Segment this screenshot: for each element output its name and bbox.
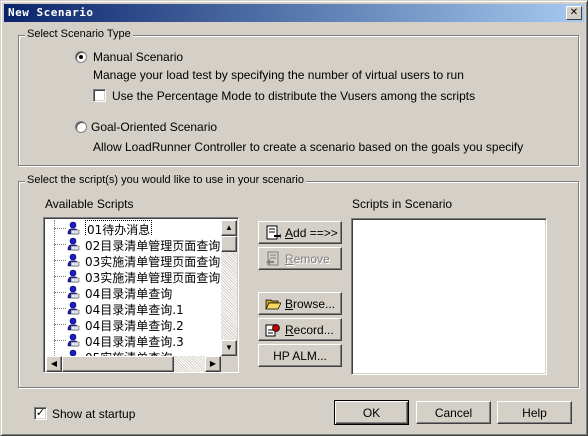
tree-branch — [54, 228, 66, 229]
available-scripts-list[interactable]: 01待办消息 02目录清单管理页面查询. 03实施清单管理页面查询 03实施清单管理页… — [43, 217, 239, 373]
close-icon: ✕ — [569, 7, 579, 18]
remove-script-icon — [266, 251, 279, 266]
script-list-item[interactable]: 03实施清单管理页面查询. — [48, 268, 224, 284]
ok-label: OK — [362, 406, 381, 420]
window-title: New Scenario — [8, 6, 94, 19]
scripts-legend: Select the script(s) you would like to u… — [25, 174, 306, 186]
percentage-mode-checkbox[interactable] — [93, 89, 106, 102]
user-script-icon — [67, 221, 80, 235]
script-list-item[interactable]: 04目录清单查询.2 — [48, 316, 224, 332]
user-script-icon — [67, 317, 80, 331]
close-button[interactable]: ✕ — [566, 6, 582, 20]
record-icon — [265, 324, 280, 337]
script-list-item[interactable]: 02目录清单管理页面查询. — [48, 236, 224, 252]
tree-branch — [54, 292, 66, 293]
scenario-type-legend: Select Scenario Type — [25, 28, 133, 40]
script-name: 04目录清单查询.1 — [85, 303, 184, 316]
scroll-corner — [221, 356, 237, 372]
folder-open-icon — [265, 299, 281, 310]
manual-scenario-label[interactable]: Manual Scenario — [93, 50, 183, 64]
script-name: 03实施清单管理页面查询. — [85, 271, 224, 284]
scroll-left-button[interactable]: ◀ — [46, 356, 62, 372]
add-script-label: Add ==>> — [285, 226, 338, 240]
manual-scenario-description: Manage your load test by specifying the … — [93, 68, 464, 82]
tree-branch — [54, 244, 66, 245]
goal-oriented-description: Allow LoadRunner Controller to create a … — [93, 140, 524, 154]
title-bar[interactable]: New Scenario ✕ — [4, 4, 584, 22]
scroll-right-button[interactable]: ▶ — [205, 356, 221, 372]
scripts-in-scenario-list[interactable] — [351, 218, 547, 375]
user-script-icon — [67, 333, 80, 347]
script-list-item[interactable]: 03实施清单管理页面查询 — [48, 252, 224, 268]
remove-script-button[interactable]: Remove — [258, 247, 342, 270]
hp-alm-label: HP ALM... — [273, 349, 327, 363]
script-list-item[interactable]: 04目录清单查询.1 — [48, 300, 224, 316]
manual-scenario-radio[interactable] — [75, 51, 87, 63]
script-list-item[interactable]: 04目录清单查询 — [48, 284, 224, 300]
script-list-item[interactable]: 04目录清单查询.3 — [48, 332, 224, 348]
cancel-label: Cancel — [434, 406, 473, 420]
script-name: 04目录清单查询.2 — [85, 319, 184, 332]
percentage-mode-label[interactable]: Use the Percentage Mode to distribute th… — [112, 89, 475, 103]
cancel-button[interactable]: Cancel — [416, 401, 491, 424]
script-name: 02目录清单管理页面查询. — [85, 239, 224, 252]
add-script-icon — [266, 225, 281, 240]
user-script-icon — [67, 253, 80, 267]
scroll-down-button[interactable]: ▼ — [221, 340, 237, 356]
tree-branch — [54, 324, 66, 325]
scripts-in-scenario-label: Scripts in Scenario — [352, 197, 453, 211]
show-at-startup-label[interactable]: Show at startup — [52, 407, 135, 421]
record-label: Record... — [285, 323, 334, 337]
scroll-up-button[interactable]: ▲ — [221, 220, 237, 236]
browse-label: Browse... — [285, 297, 336, 311]
new-scenario-dialog: New Scenario ✕ Select Scenario Type Manu… — [0, 0, 588, 436]
script-name: 03实施清单管理页面查询 — [85, 255, 221, 268]
script-name: 01待办消息 — [85, 220, 153, 236]
goal-oriented-label[interactable]: Goal-Oriented Scenario — [91, 120, 217, 134]
script-name: 04目录清单查询 — [85, 287, 173, 300]
user-script-icon — [67, 285, 80, 299]
horizontal-scroll-thumb[interactable] — [62, 356, 174, 372]
browse-button[interactable]: Browse... — [258, 292, 342, 315]
available-scripts-label: Available Scripts — [45, 197, 134, 211]
ok-button[interactable]: OK — [334, 400, 409, 425]
tree-branch — [54, 260, 66, 261]
remove-script-label: Remove — [285, 252, 330, 266]
tree-branch — [54, 340, 66, 341]
user-script-icon — [67, 237, 80, 251]
vertical-scroll-thumb[interactable] — [221, 236, 237, 252]
user-script-icon — [67, 269, 80, 283]
show-at-startup-checkbox[interactable]: ✓ — [34, 407, 47, 420]
help-label: Help — [522, 406, 547, 420]
hp-alm-button[interactable]: HP ALM... — [258, 344, 342, 367]
help-button[interactable]: Help — [497, 401, 572, 424]
user-script-icon — [67, 301, 80, 315]
goal-oriented-radio[interactable] — [75, 121, 87, 133]
script-name: 04目录清单查询.3 — [85, 335, 184, 348]
script-list-item[interactable]: 01待办消息 — [48, 220, 224, 236]
record-button[interactable]: Record... — [258, 318, 342, 341]
tree-branch — [54, 308, 66, 309]
add-script-button[interactable]: Add ==>> — [258, 221, 342, 244]
tree-branch — [54, 276, 66, 277]
